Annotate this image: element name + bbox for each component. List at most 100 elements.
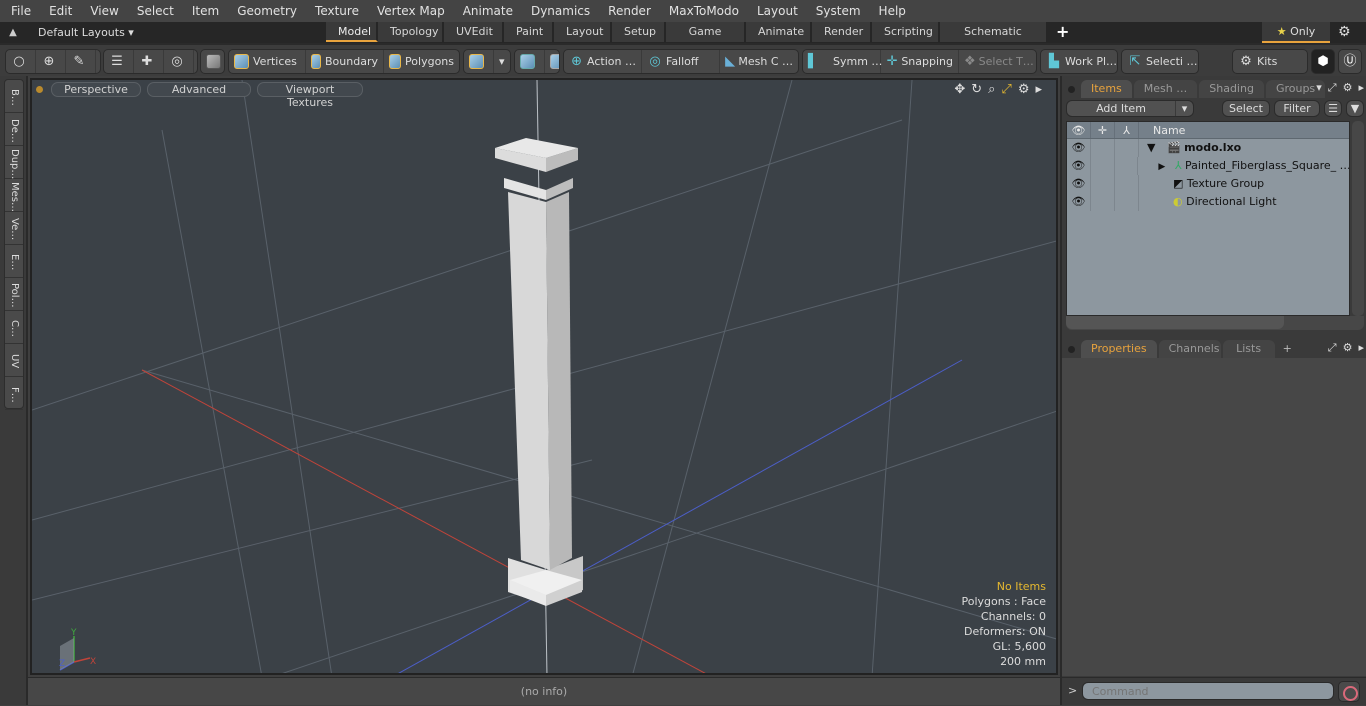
symmetry-button[interactable]: ▌ Symm … <box>803 50 882 73</box>
tab-layout[interactable]: Layout <box>554 22 612 42</box>
orbit-icon[interactable]: ↻ <box>971 82 982 97</box>
tab-lists[interactable]: Lists <box>1222 340 1275 358</box>
menu-edit[interactable]: Edit <box>38 0 79 22</box>
pen-icon[interactable]: ✎ <box>66 50 96 73</box>
tab-paint[interactable]: Paint <box>504 22 554 42</box>
panel-expand-icon[interactable]: ⤢ <box>1328 341 1337 355</box>
left-tab-duplicate[interactable]: Dup… <box>5 146 23 179</box>
vertices-button[interactable]: Vertices <box>229 50 306 73</box>
work-plane-button[interactable]: ▙ Work Pl… <box>1041 50 1117 73</box>
scale-box-icon[interactable]: ◎ <box>164 50 194 73</box>
command-input[interactable] <box>1082 682 1334 700</box>
select-through-button[interactable]: ❖ Select T… <box>959 50 1036 73</box>
panel-arrow-icon[interactable]: ▸ <box>1358 81 1364 95</box>
tree-row[interactable]: 👁 ◐ Directional Light <box>1067 193 1349 211</box>
left-tab-fusion[interactable]: F… <box>5 377 23 410</box>
left-tab-deform[interactable]: De… <box>5 113 23 146</box>
tab-setup[interactable]: Setup <box>612 22 666 42</box>
tab-scripting[interactable]: Scripting <box>872 22 940 42</box>
left-tab-mesh-edit[interactable]: Mes… <box>5 179 23 212</box>
circle-select-icon[interactable]: ○ <box>6 50 36 73</box>
left-tab-polygon[interactable]: Pol… <box>5 278 23 311</box>
locator-column-icon[interactable]: ⅄ <box>1115 122 1139 138</box>
unreal-button[interactable]: Ⓤ <box>1338 49 1362 74</box>
mesh-constraint-button[interactable]: ◣ Mesh C … <box>720 50 798 73</box>
rotate-icon[interactable]: ◔ <box>194 50 197 73</box>
items-horizontal-scrollbar[interactable] <box>1066 316 1364 330</box>
panel-dropdown-icon[interactable]: ▾ <box>1316 81 1322 95</box>
action-button[interactable]: ⊕ Action … <box>564 50 642 73</box>
tree-row[interactable]: 👁 ▼ 🎬 modo.lxo <box>1067 139 1349 157</box>
zoom-icon[interactable]: ⌕ <box>988 82 995 97</box>
left-tab-vertex[interactable]: Ve… <box>5 212 23 245</box>
left-tab-basic[interactable]: B… <box>5 80 23 113</box>
menu-select[interactable]: Select <box>126 0 181 22</box>
3d-viewport[interactable]: Y X Z Perspective Advanced Viewport Text… <box>30 78 1058 675</box>
material-mode-button[interactable] <box>464 50 494 73</box>
menu-maxtomodo[interactable]: MaxToModo <box>658 0 746 22</box>
tab-items[interactable]: Items <box>1081 80 1132 98</box>
grid-move-icon[interactable]: ✚ <box>134 50 164 73</box>
action-center-icon[interactable] <box>515 50 545 73</box>
perspective-button[interactable]: Perspective <box>51 82 141 97</box>
menu-view[interactable]: View <box>79 0 125 22</box>
menu-item[interactable]: Item <box>181 0 226 22</box>
visibility-column-icon[interactable]: 👁 <box>1067 122 1091 138</box>
tab-render[interactable]: Render <box>812 22 872 42</box>
list-options-icon[interactable]: ☰ <box>1324 100 1342 117</box>
pivot-icon[interactable] <box>545 50 559 73</box>
viewport-arrow-icon[interactable]: ▸ <box>1035 82 1042 97</box>
menu-animate[interactable]: Animate <box>452 0 520 22</box>
panel-gear-icon[interactable]: ⚙ <box>1343 341 1353 355</box>
panel-expand-icon[interactable]: ⤢ <box>1328 81 1337 95</box>
panel-menu-dot[interactable] <box>1068 86 1075 93</box>
lasso-icon[interactable]: ⟆ <box>96 50 100 73</box>
add-panel-tab-button[interactable]: + <box>1277 340 1292 358</box>
unity-button[interactable]: ⬢ <box>1311 49 1335 74</box>
filter-button[interactable]: Filter <box>1274 100 1320 117</box>
selection-sets-button[interactable]: ⇱ Selecti … <box>1122 50 1198 73</box>
add-item-dropdown[interactable]: Add Item ▾ <box>1066 100 1194 117</box>
tab-shading[interactable]: Shading <box>1199 80 1264 98</box>
eye-icon[interactable]: 👁 <box>1067 139 1091 157</box>
menu-dynamics[interactable]: Dynamics <box>520 0 597 22</box>
panel-menu-dot[interactable] <box>1068 346 1075 353</box>
eye-icon[interactable]: 👁 <box>1067 157 1091 175</box>
tab-game-tools[interactable]: Game Tools <box>666 22 746 58</box>
add-tab-button[interactable]: + <box>1048 22 1077 43</box>
collapse-up-icon[interactable]: ▲ <box>0 27 26 38</box>
tab-animate[interactable]: Animate <box>746 22 812 42</box>
tab-properties[interactable]: Properties <box>1081 340 1157 358</box>
record-macro-icon[interactable] <box>1338 681 1360 702</box>
tab-mesh[interactable]: Mesh … <box>1133 80 1198 98</box>
viewport-textures-button[interactable]: Viewport Textures <box>257 82 363 109</box>
falloff-button[interactable]: ◎ Falloff <box>642 50 720 73</box>
menu-vertex-map[interactable]: Vertex Map <box>366 0 452 22</box>
menu-file[interactable]: File <box>0 0 38 22</box>
item-mode-button[interactable] <box>201 50 224 73</box>
menu-geometry[interactable]: Geometry <box>226 0 304 22</box>
expand-arrow-icon[interactable]: ▶ <box>1158 162 1165 172</box>
maximize-icon[interactable]: ⤢ <box>1001 82 1011 97</box>
eye-icon[interactable]: 👁 <box>1067 193 1091 211</box>
menu-help[interactable]: Help <box>868 0 913 22</box>
expand-arrow-icon[interactable]: ▼ <box>1147 141 1155 154</box>
viewport-gear-icon[interactable]: ⚙ <box>1018 82 1030 97</box>
select-button[interactable]: Select <box>1222 100 1270 117</box>
tab-schematic-fusion[interactable]: Schematic Fusion <box>940 22 1048 58</box>
menu-layout[interactable]: Layout <box>746 0 805 22</box>
default-layouts-dropdown[interactable]: Default Layouts ▾ <box>26 26 326 39</box>
gear-icon[interactable]: ⚙ <box>1338 24 1351 40</box>
globe-icon[interactable]: ⊕ <box>36 50 66 73</box>
left-tab-curve[interactable]: C… <box>5 311 23 344</box>
tab-uvedit[interactable]: UVEdit <box>444 22 504 42</box>
scrollbar-thumb[interactable] <box>1066 316 1284 329</box>
left-tab-uv[interactable]: UV <box>5 344 23 377</box>
pan-icon[interactable]: ✥ <box>954 82 965 97</box>
panel-arrow-icon[interactable]: ▸ <box>1358 341 1364 355</box>
only-toggle[interactable]: ★ Only <box>1262 22 1330 43</box>
left-tab-edge[interactable]: E… <box>5 245 23 278</box>
panel-gear-icon[interactable]: ⚙ <box>1343 81 1353 95</box>
items-vertical-scrollbar[interactable] <box>1352 121 1364 316</box>
name-column-header[interactable]: Name <box>1139 122 1185 138</box>
